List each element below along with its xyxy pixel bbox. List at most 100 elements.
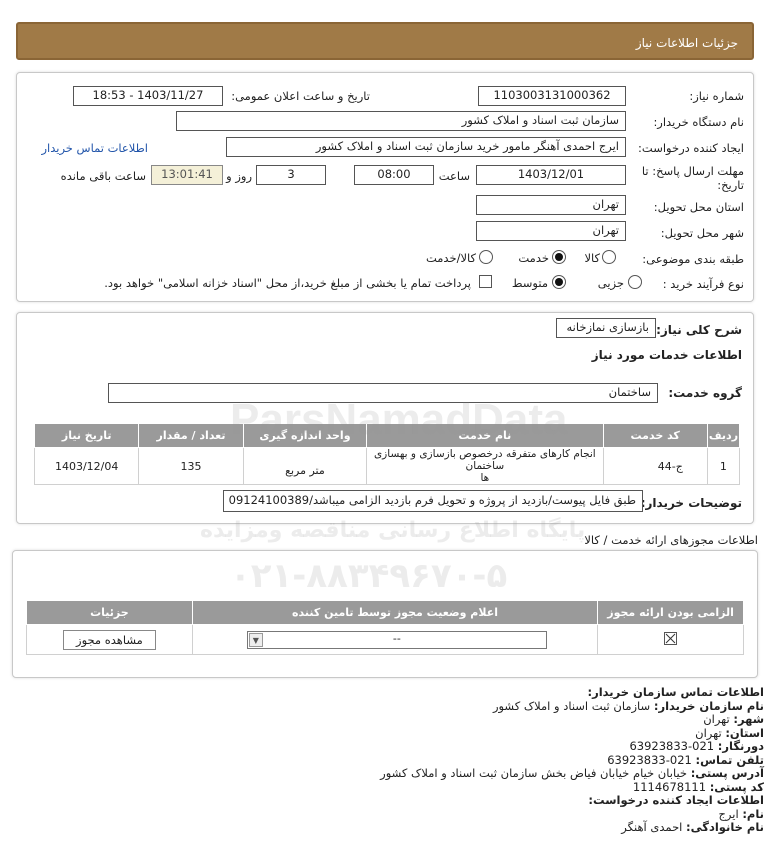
permit-status-select[interactable]: -- ▼	[246, 631, 547, 649]
contact-city-line: شهر: تهران	[4, 712, 764, 727]
services-title: اطلاعات خدمات مورد نیاز	[591, 348, 742, 362]
category-label: طبقه بندی موضوعی:	[642, 252, 744, 266]
buyer-org-field: سازمان ثبت اسناد و املاک کشور	[176, 111, 626, 131]
table-row: 1 ج-44 انجام کارهای متفرقه درخصوص بازساز…	[33, 447, 741, 485]
creator-name: ایرج	[718, 806, 739, 821]
cell-permit-status: -- ▼	[191, 624, 599, 655]
cell-date: 1403/12/04	[33, 447, 140, 485]
col-row: ردیف	[706, 423, 741, 448]
treasury-payment-note: پرداخت تمام یا بخشی از مبلغ خرید،از محل …	[104, 276, 471, 290]
creator-family-line: نام خانوادگی: احمدی آهنگر	[4, 820, 764, 835]
contact-phone: 021-63923833	[607, 752, 692, 767]
category-radio-goods-service[interactable]	[479, 250, 493, 264]
contact-fax-line: دورنگار: 021-63923833	[4, 739, 764, 754]
cell-unit: متر مربع	[242, 447, 368, 485]
permits-section-title: اطلاعات مجوزهای ارائه خدمت / کالا	[584, 533, 758, 547]
cell-permit-details: مشاهده مجوز	[26, 624, 193, 655]
contact-postal-line: کد پستی: 1114678111	[4, 779, 764, 795]
permits-table: الزامی بودن ارائه مجوز اعلام وضعیت مجوز …	[26, 600, 744, 655]
creator-family: احمدی آهنگر	[621, 820, 683, 834]
cell-qty: 135	[138, 447, 244, 485]
services-table: ردیف کد خدمت نام خدمت واحد اندازه گیری ت…	[33, 423, 741, 485]
service-group-field: ساختمان	[108, 383, 658, 403]
cell-name: انجام کارهای متفرقه درخصوص بازسازی و بهس…	[366, 447, 604, 485]
category-option-goods: کالا	[584, 251, 600, 265]
days-remaining-field: 3	[256, 165, 326, 185]
deadline-label: مهلت ارسال پاسخ: تا	[641, 164, 744, 178]
creator-info-title: اطلاعات ایجاد کننده درخواست:	[588, 793, 764, 807]
remaining-time-field: 13:01:41	[151, 165, 223, 185]
cell-name-line2: ها	[480, 472, 490, 484]
category-radio-service[interactable]	[552, 250, 566, 264]
buyer-notes-field: طبق فایل پیوست/بازدید از پروژه و تحویل ف…	[223, 490, 643, 512]
process-option-minor: جزیی	[597, 276, 624, 290]
contact-phone-line: تلفن تماس: 021-63923833	[4, 752, 764, 768]
category-radio-goods[interactable]	[602, 250, 616, 264]
contact-fax-label: دورنگار:	[717, 739, 764, 753]
contact-org: سازمان ثبت اسناد و املاک کشور	[492, 698, 651, 713]
city-label: شهر محل تحویل:	[660, 226, 744, 240]
buyer-contact-link[interactable]: اطلاعات تماس خریدار	[41, 141, 148, 155]
cross-icon	[665, 633, 676, 643]
summary-label: شرح کلی نیاز:	[656, 323, 742, 337]
category-option-service: خدمت	[518, 251, 549, 265]
page-header: جزئیات اطلاعات نیاز	[16, 22, 754, 60]
required-checkbox[interactable]	[664, 631, 678, 645]
contact-province: تهران	[695, 725, 722, 740]
creator-name-line: نام: ایرج	[4, 806, 765, 822]
creator-family-label: نام خانوادگی:	[686, 820, 764, 834]
announce-label: تاریخ و ساعت اعلان عمومی:	[231, 89, 370, 103]
contact-title: اطلاعات تماس سازمان خریدار:	[587, 685, 764, 699]
cell-permit-required	[597, 624, 744, 655]
contact-address-line: آدرس پستی: خیابان خیام خیابان فیاض بخش س…	[4, 766, 764, 781]
buyer-notes-label: توضیحات خریدار:	[640, 496, 742, 510]
need-info-panel	[16, 72, 754, 302]
treasury-payment-checkbox[interactable]	[479, 275, 492, 288]
buyer-contact-info: اطلاعات تماس سازمان خریدار: نام سازمان خ…	[4, 685, 765, 835]
contact-postal-label: کد پستی:	[709, 779, 764, 794]
col-name: نام خدمت	[366, 423, 604, 448]
contact-province-label: استان:	[725, 725, 764, 740]
contact-city-label: شهر:	[733, 712, 764, 726]
view-permit-button[interactable]: مشاهده مجوز	[63, 629, 156, 650]
province-field: تهران	[476, 195, 626, 215]
creator-field: ایرج احمدی آهنگر مامور خرید سازمان ثبت ا…	[226, 137, 626, 157]
contact-phone-label: تلفن تماس:	[695, 752, 764, 767]
deadline-date-field: 1403/12/01	[476, 165, 626, 185]
process-radio-medium[interactable]	[552, 275, 566, 289]
process-label: نوع فرآیند خرید :	[662, 277, 744, 291]
col-permit-required: الزامی بودن ارائه مجوز	[597, 600, 744, 625]
contact-address-label: آدرس پستی:	[690, 766, 764, 780]
province-label: استان محل تحویل:	[653, 200, 744, 214]
col-date: تاریخ نیاز	[33, 423, 140, 448]
process-radio-minor[interactable]	[628, 275, 642, 289]
col-permit-details: جزئیات	[26, 600, 193, 625]
permit-status-value: --	[392, 632, 401, 645]
need-number-label: شماره نیاز:	[689, 89, 744, 103]
days-label: روز و	[226, 169, 252, 183]
page-title: جزئیات اطلاعات نیاز	[635, 36, 738, 50]
col-qty: تعداد / مقدار	[138, 423, 244, 448]
announce-datetime-field: 1403/11/27 - 18:53	[73, 86, 223, 106]
deadline-time-label: ساعت	[438, 169, 470, 183]
contact-org-line: نام سازمان خریدار: سازمان ثبت اسناد و ام…	[4, 698, 764, 714]
contact-org-label: نام سازمان خریدار:	[653, 698, 764, 713]
contact-fax: 021-63923833	[629, 739, 715, 753]
contact-province-line: استان: تهران	[4, 725, 764, 741]
permits-table-header: الزامی بودن ارائه مجوز اعلام وضعیت مجوز …	[26, 600, 744, 625]
creator-name-label: نام:	[742, 806, 764, 821]
services-table-header: ردیف کد خدمت نام خدمت واحد اندازه گیری ت…	[33, 423, 741, 448]
cell-row: 1	[706, 447, 741, 485]
category-option-goods-service: کالا/خدمت	[425, 251, 476, 265]
col-unit: واحد اندازه گیری	[242, 423, 368, 448]
city-field: تهران	[476, 221, 626, 241]
cell-name-line1: انجام کارهای متفرقه درخصوص بازسازی و بهس…	[373, 448, 596, 472]
chevron-down-icon[interactable]: ▼	[248, 633, 263, 647]
buyer-org-label: نام دستگاه خریدار:	[653, 115, 744, 129]
contact-address: خیابان خیام خیابان فیاض بخش سازمان ثبت ا…	[380, 766, 688, 780]
service-group-label: گروه خدمت:	[668, 386, 742, 400]
summary-field: بازسازی نمازخانه	[556, 318, 656, 338]
contact-city: تهران	[703, 712, 730, 726]
creator-label: ایجاد کننده درخواست:	[638, 141, 744, 155]
process-option-medium: متوسط	[511, 276, 548, 290]
